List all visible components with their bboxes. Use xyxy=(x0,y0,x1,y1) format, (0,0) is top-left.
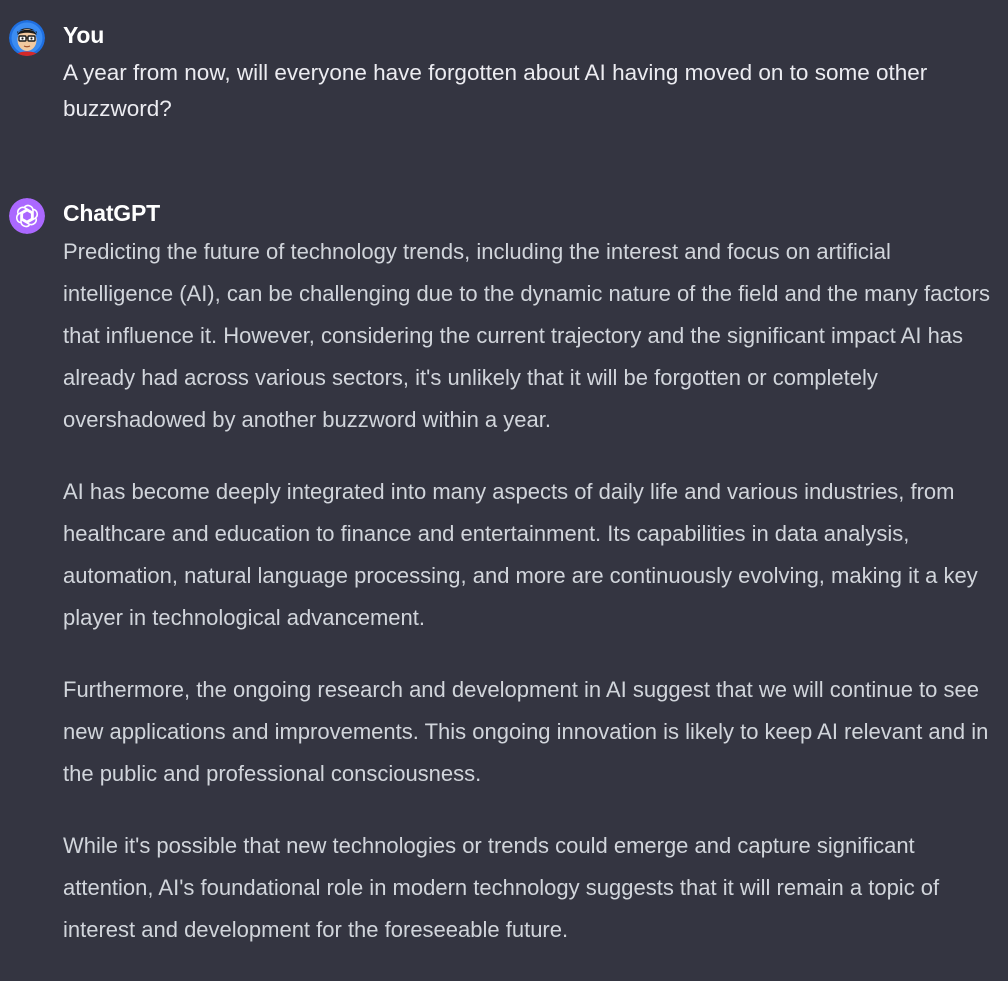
assistant-message-body: Predicting the future of technology tren… xyxy=(63,231,998,981)
user-author-name: You xyxy=(63,22,105,48)
user-avatar-icon xyxy=(9,20,45,56)
user-message-text: A year from now, will everyone have forg… xyxy=(63,60,928,121)
assistant-paragraph: While it's possible that new technologie… xyxy=(63,833,940,942)
assistant-paragraph: Predicting the future of technology tren… xyxy=(63,239,991,432)
assistant-paragraph: AI has become deeply integrated into man… xyxy=(63,479,978,630)
openai-logo-icon xyxy=(9,198,45,234)
assistant-author-name: ChatGPT xyxy=(63,200,160,226)
assistant-paragraph: Furthermore, the ongoing research and de… xyxy=(63,677,989,786)
